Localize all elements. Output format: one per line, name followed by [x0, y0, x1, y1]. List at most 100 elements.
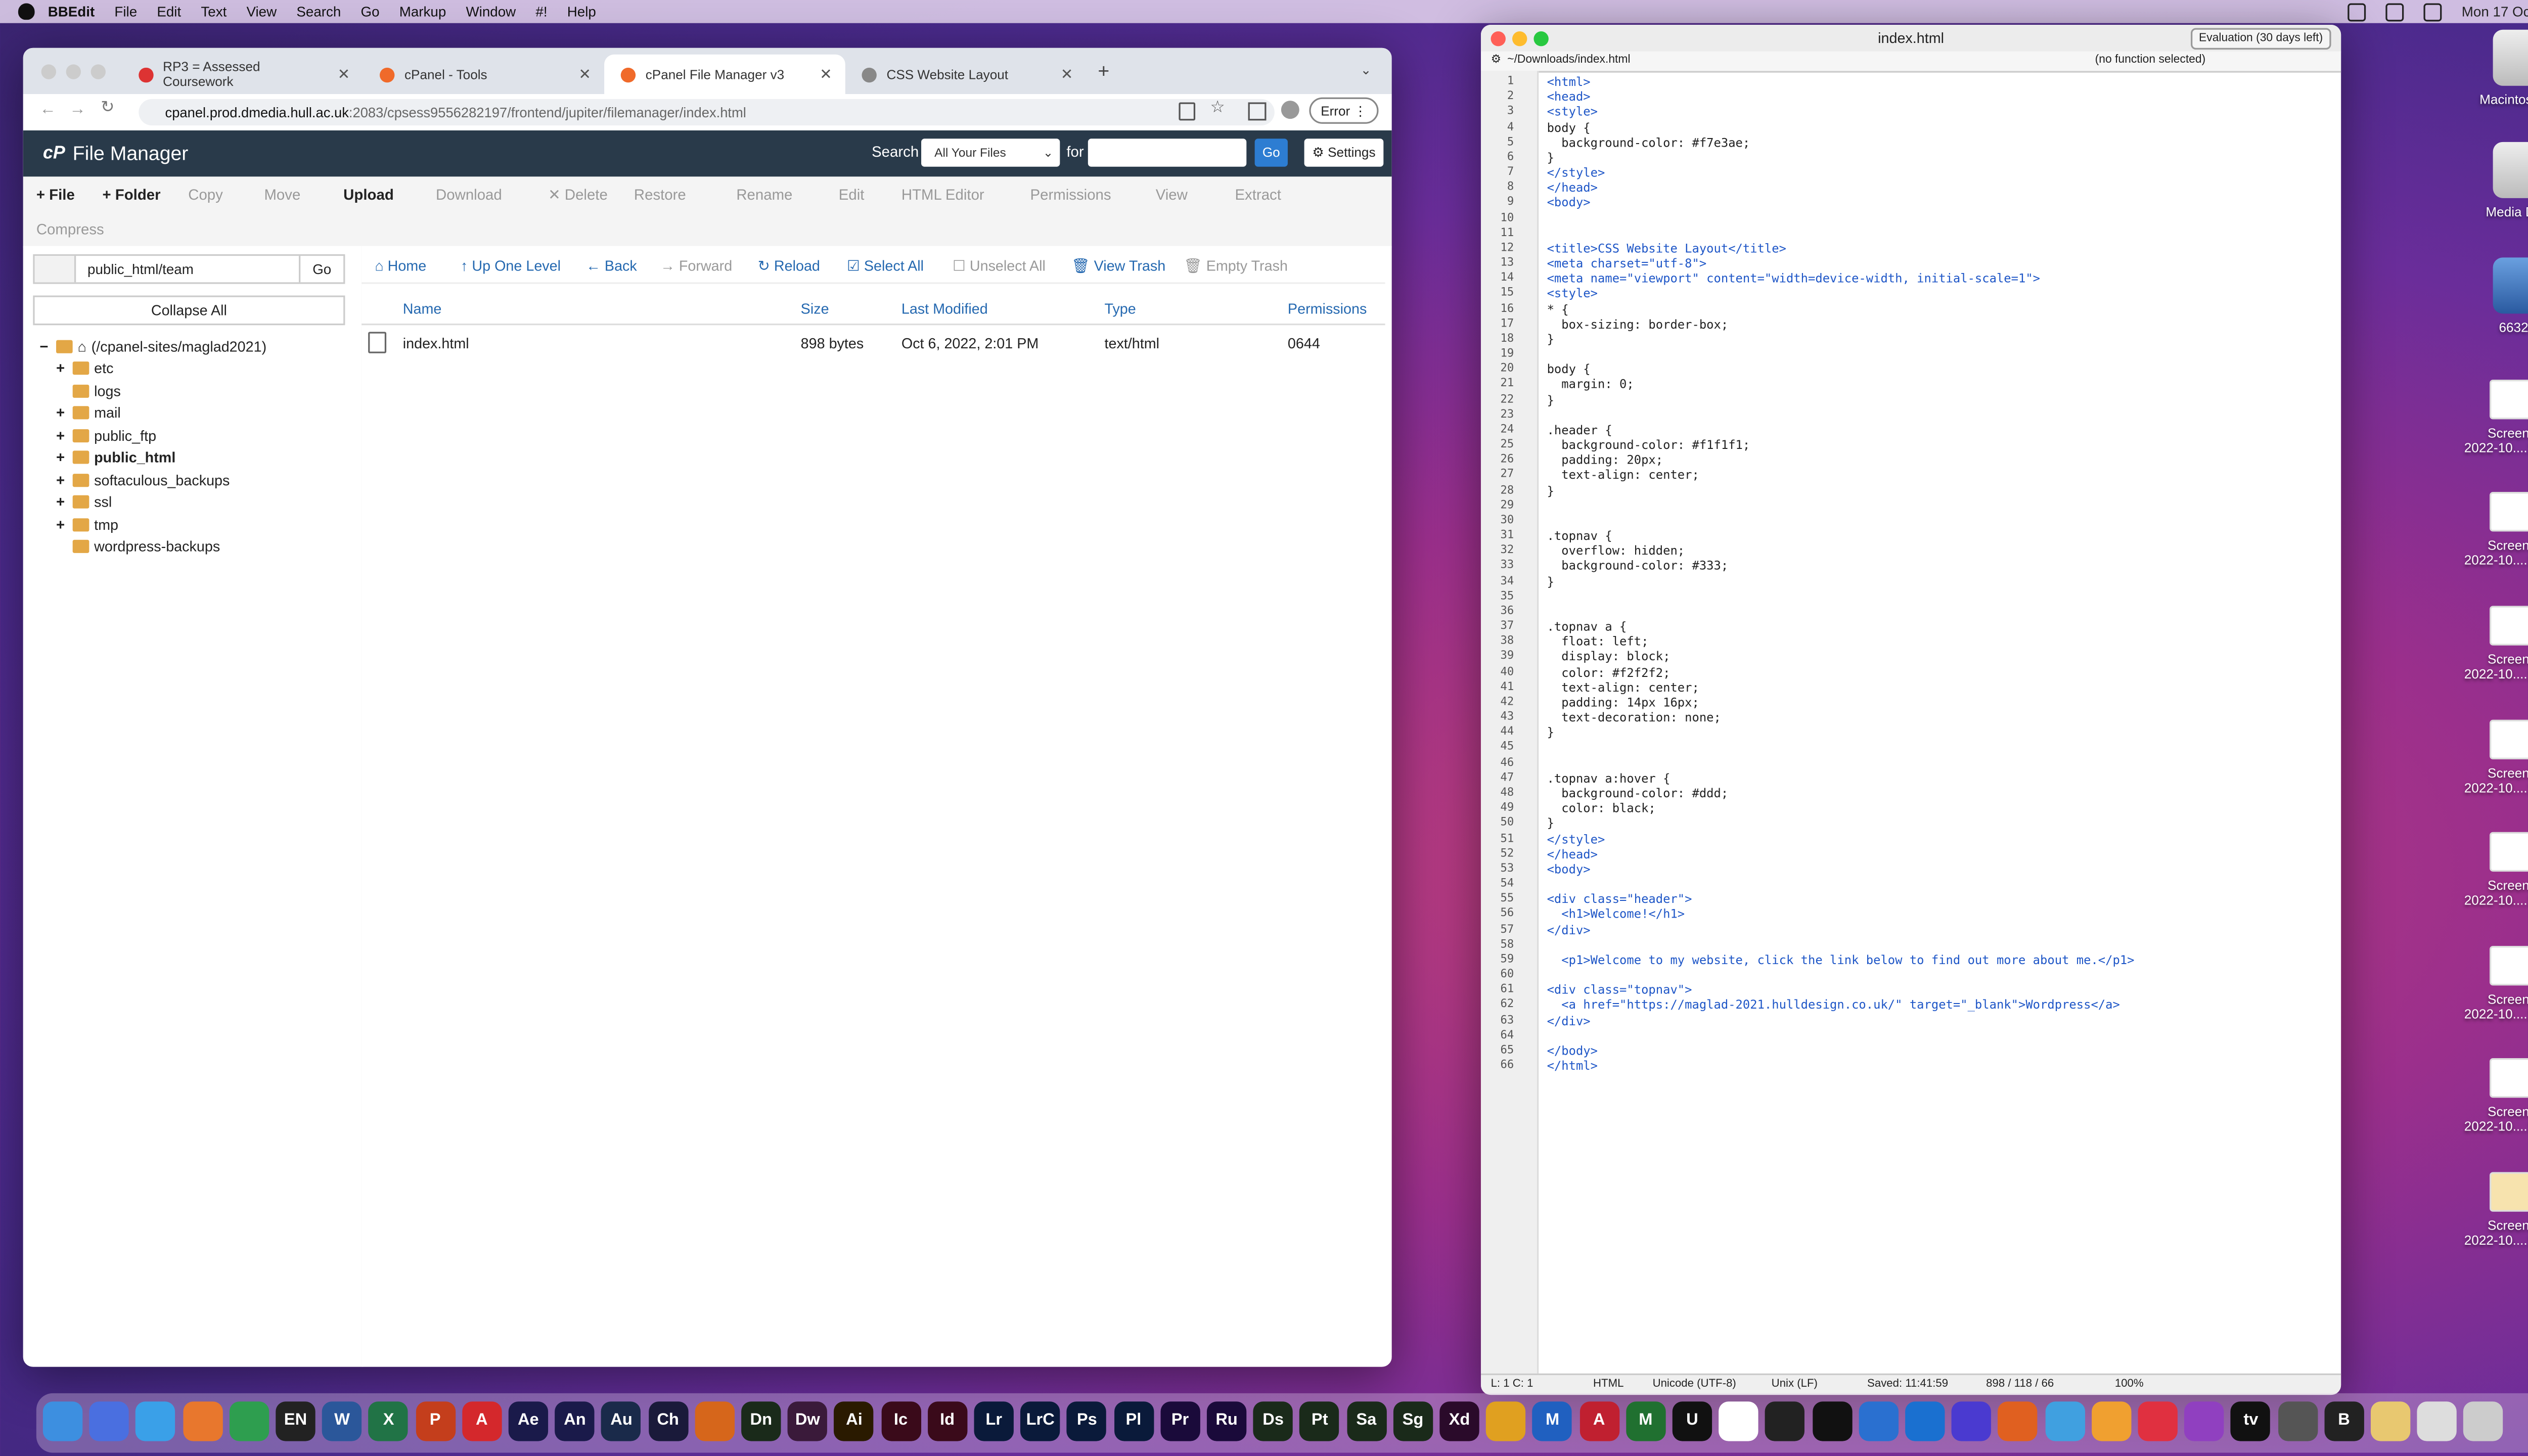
- expand-icon[interactable]: +: [56, 517, 68, 533]
- desktop-icon[interactable]: Screenshot 2022-10....11.41.52: [2463, 832, 2528, 908]
- search-icon[interactable]: [2385, 2, 2404, 21]
- menu-go[interactable]: Go: [361, 4, 380, 20]
- cursor-position[interactable]: L: 1 C: 1: [1491, 1375, 1533, 1395]
- path-go-button[interactable]: Go: [299, 256, 343, 283]
- menu-edit[interactable]: Edit: [157, 4, 181, 20]
- desktop-icon[interactable]: Macintosh HD: [2463, 29, 2528, 107]
- dock-app-icon[interactable]: Au: [601, 1401, 642, 1441]
- menu-shebang[interactable]: #!: [535, 4, 547, 20]
- dock-app-icon[interactable]: Dn: [741, 1401, 781, 1441]
- dock-app-icon[interactable]: [1859, 1401, 1899, 1441]
- restore-button[interactable]: Restore: [634, 187, 686, 203]
- tab-css-layout[interactable]: CSS Website Layout ✕: [845, 55, 1087, 94]
- menu-clock[interactable]: Mon 17 Oct 11:43: [2462, 4, 2528, 20]
- dock-app-icon[interactable]: Ru: [1206, 1401, 1247, 1441]
- dock-app-icon[interactable]: M: [1532, 1401, 1572, 1441]
- dock-app-icon[interactable]: [1952, 1401, 1992, 1441]
- col-name[interactable]: Name: [403, 300, 442, 317]
- zoom-level[interactable]: 100%: [2115, 1375, 2144, 1395]
- unselect-all-button[interactable]: ☐ Unselect All: [953, 257, 1046, 276]
- dock-app-icon[interactable]: W: [322, 1401, 362, 1441]
- collapse-all-button[interactable]: Collapse All: [33, 295, 345, 326]
- dock-app-icon[interactable]: [1719, 1401, 1759, 1441]
- tree-item-softaculous[interactable]: + softaculous_backups: [56, 472, 230, 489]
- desktop-icon[interactable]: Screenshot 2022-10....11.42.02: [2463, 1058, 2528, 1134]
- tab-rp3[interactable]: RP3 = Assessed Coursework ✕: [122, 55, 364, 94]
- view-button[interactable]: View: [1156, 187, 1188, 203]
- forward-button[interactable]: → Forward: [660, 257, 732, 274]
- dock-app-icon[interactable]: [1486, 1401, 1526, 1441]
- settings-button[interactable]: ⚙ Settings: [1304, 139, 1384, 167]
- home-button[interactable]: ⌂ Home: [375, 257, 426, 274]
- zoom-window-button[interactable]: [91, 64, 106, 79]
- dock-app-icon[interactable]: [2277, 1401, 2318, 1441]
- profile-avatar[interactable]: [1281, 101, 1299, 119]
- edit-button[interactable]: Edit: [839, 187, 865, 203]
- upload-button[interactable]: Upload: [343, 187, 394, 203]
- wifi-icon[interactable]: [2348, 2, 2366, 21]
- dock-app-icon[interactable]: Lr: [974, 1401, 1014, 1441]
- menu-search[interactable]: Search: [296, 4, 341, 20]
- dock-app-icon[interactable]: [695, 1401, 735, 1441]
- menu-file[interactable]: File: [114, 4, 137, 20]
- dock-app-icon[interactable]: X: [369, 1401, 409, 1441]
- dock-app-icon[interactable]: M: [1626, 1401, 1666, 1441]
- tab-file-manager[interactable]: cPanel File Manager v3 ✕: [604, 54, 845, 95]
- line-ending-popup[interactable]: Unix (LF): [1772, 1375, 1818, 1395]
- expand-icon[interactable]: +: [56, 360, 68, 377]
- collapse-icon[interactable]: −: [39, 338, 51, 355]
- dock-app-icon[interactable]: [2370, 1401, 2411, 1441]
- dock-app-icon[interactable]: [2417, 1401, 2457, 1441]
- dock-app-icon[interactable]: LrC: [1020, 1401, 1060, 1441]
- tree-item-public-html[interactable]: + public_html: [56, 449, 175, 466]
- rename-button[interactable]: Rename: [736, 187, 792, 203]
- dock-app-icon[interactable]: Ch: [648, 1401, 688, 1441]
- close-window-button[interactable]: [41, 64, 57, 79]
- dock-app-icon[interactable]: tv: [2231, 1401, 2271, 1441]
- tree-item-ssl[interactable]: + ssl: [56, 493, 112, 510]
- extract-button[interactable]: Extract: [1235, 187, 1281, 203]
- permissions-button[interactable]: Permissions: [1030, 187, 1111, 203]
- dock-app-icon[interactable]: [2464, 1401, 2504, 1441]
- error-button[interactable]: Error ⋮: [1309, 97, 1379, 124]
- sidebar-icon[interactable]: [1248, 102, 1267, 121]
- desktop-icon[interactable]: Screenshot 2022-10....11.41.37: [2463, 606, 2528, 682]
- desktop-icon[interactable]: 663201: [2463, 257, 2528, 335]
- dock-app-icon[interactable]: Sg: [1393, 1401, 1433, 1441]
- select-all-button[interactable]: ☑ Select All: [847, 257, 924, 276]
- back-button[interactable]: ← Back: [586, 257, 637, 274]
- dock-app-icon[interactable]: U: [1672, 1401, 1712, 1441]
- dock-app-icon[interactable]: [2091, 1401, 2131, 1441]
- zoom-window-button[interactable]: [1533, 31, 1549, 47]
- dock-app-icon[interactable]: An: [555, 1401, 595, 1441]
- dock-app-icon[interactable]: EN: [276, 1401, 315, 1441]
- forward-arrow-icon[interactable]: →: [69, 101, 86, 119]
- dock-app-icon[interactable]: [89, 1401, 129, 1441]
- dock-app-icon[interactable]: [1765, 1401, 1805, 1441]
- dock-app-icon[interactable]: B: [2324, 1401, 2364, 1441]
- col-permissions[interactable]: Permissions: [1288, 300, 1367, 317]
- copy-button[interactable]: Copy: [188, 187, 223, 203]
- desktop-icon[interactable]: Screenshot 2022-10....11.41.46: [2463, 719, 2528, 796]
- file-path-popup[interactable]: ~/Downloads/index.html: [1507, 51, 1630, 71]
- tree-root[interactable]: − ⌂ (/cpanel-sites/maglad2021): [39, 338, 266, 355]
- menu-text[interactable]: Text: [201, 4, 227, 20]
- dock-app-icon[interactable]: [2184, 1401, 2224, 1441]
- menu-view[interactable]: View: [246, 4, 277, 20]
- move-button[interactable]: Move: [264, 187, 300, 203]
- menu-app[interactable]: BBEdit: [48, 4, 95, 20]
- col-type[interactable]: Type: [1104, 300, 1136, 317]
- tree-item-etc[interactable]: + etc: [56, 360, 113, 377]
- expand-icon[interactable]: +: [56, 493, 68, 510]
- reload-icon[interactable]: ↻: [101, 99, 114, 117]
- dock-app-icon[interactable]: Ds: [1253, 1401, 1293, 1441]
- delete-button[interactable]: ✕ Delete: [548, 187, 608, 205]
- dock-app-icon[interactable]: Dw: [788, 1401, 828, 1441]
- encoding-popup[interactable]: Unicode (UTF-8): [1653, 1375, 1736, 1395]
- expand-icon[interactable]: +: [56, 404, 68, 421]
- search-go-button[interactable]: Go: [1254, 139, 1288, 167]
- dock-app-icon[interactable]: Xd: [1439, 1401, 1479, 1441]
- dock-app-icon[interactable]: [1998, 1401, 2038, 1441]
- close-icon[interactable]: ✕: [578, 65, 591, 83]
- share-icon[interactable]: [1179, 102, 1196, 121]
